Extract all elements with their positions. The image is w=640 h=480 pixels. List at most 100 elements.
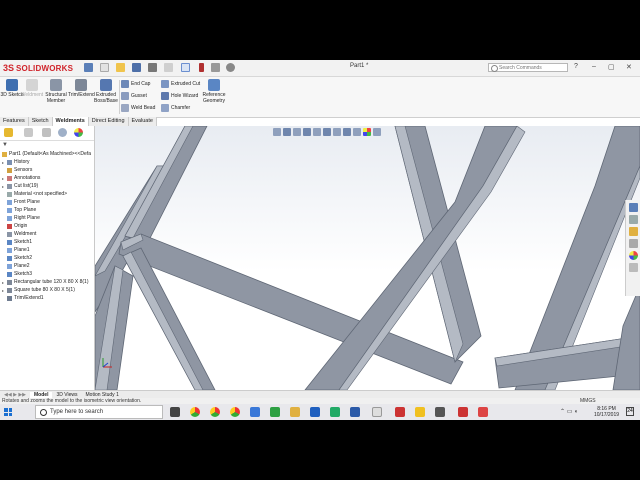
open-folder-icon[interactable] (116, 63, 125, 72)
previous-view-icon[interactable] (293, 128, 301, 136)
print-icon[interactable] (148, 63, 157, 72)
gusset-button[interactable]: Gusset (121, 92, 147, 100)
solidworks-logo[interactable]: 3S SOLIDWORKS (3, 62, 73, 74)
display-manager-tab-icon[interactable] (74, 128, 83, 137)
new-document-icon[interactable] (100, 63, 109, 72)
view-settings-icon[interactable] (373, 128, 381, 136)
solidworks-icon[interactable] (395, 407, 405, 417)
file-properties-icon[interactable] (211, 63, 220, 72)
excel-icon[interactable] (330, 407, 340, 417)
expand-arrow-icon[interactable]: ▸ (2, 280, 6, 285)
configuration-manager-tab-icon[interactable] (42, 128, 51, 137)
reference-geometry-button[interactable]: Reference Geometry (202, 79, 226, 104)
solidworks-icon[interactable] (458, 407, 468, 417)
design-library-icon[interactable] (628, 215, 638, 224)
custom-properties-icon[interactable] (628, 263, 638, 272)
property-manager-tab-icon[interactable] (24, 128, 33, 137)
sw-resources-icon[interactable] (628, 203, 638, 212)
tab-weldments[interactable]: Weldments (52, 117, 89, 126)
weld-bead-button[interactable]: Weld Bead (121, 104, 155, 112)
tree-item[interactable]: ▸ History (2, 158, 94, 166)
apply-scene-icon[interactable] (363, 128, 371, 136)
traffic-light-icon[interactable] (199, 63, 204, 72)
tree-item[interactable]: Right Plane (2, 214, 94, 222)
view-palette-icon[interactable] (628, 239, 638, 248)
structural-member[interactable] (612, 285, 640, 390)
tree-item[interactable]: Top Plane (2, 206, 94, 214)
extruded-cut-button[interactable]: Extruded Cut (161, 80, 200, 88)
tree-root[interactable]: Part1 (Default<As Machined><<Defa (2, 150, 94, 158)
chamfer-button[interactable]: Chamfer (161, 104, 190, 112)
file-explorer-icon[interactable] (628, 227, 638, 236)
chrome-icon[interactable] (190, 407, 200, 417)
tree-item[interactable]: Material <not specified> (2, 190, 94, 198)
zoom-to-area-icon[interactable] (283, 128, 291, 136)
edit-appearance-icon[interactable] (353, 128, 361, 136)
display-style-icon[interactable] (333, 128, 341, 136)
tree-item[interactable]: ▸ Square tube 80 X 80 X 5(1) (2, 286, 94, 294)
app-icon[interactable] (310, 407, 320, 417)
clock[interactable]: 8:16 PM 10/17/2019 (594, 406, 619, 418)
view-orientation-icon[interactable] (323, 128, 331, 136)
maximize-button[interactable]: ▢ (608, 63, 615, 71)
extruded-boss-button[interactable]: Extruded Boss/Base (94, 79, 118, 104)
system-tray-icons[interactable]: ⌃ ▭ ◖ (560, 408, 578, 415)
tree-item[interactable]: Origin (2, 222, 94, 230)
dimxpert-tab-icon[interactable] (58, 128, 67, 137)
tree-item[interactable]: Front Plane (2, 198, 94, 206)
tree-item[interactable]: ▸ Rectangular tube 120 X 80 X 8(1) (2, 278, 94, 286)
dynamic-annotation-icon[interactable] (313, 128, 321, 136)
minimize-button[interactable]: – (592, 63, 596, 70)
expand-arrow-icon[interactable]: ▸ (2, 160, 6, 165)
weldment-button[interactable]: Weldment (20, 79, 44, 98)
chrome-icon[interactable] (230, 407, 240, 417)
feature-manager-tab-icon[interactable] (4, 128, 13, 137)
undo-icon[interactable] (164, 63, 173, 72)
graphics-area[interactable] (95, 126, 640, 390)
home-icon[interactable] (84, 63, 93, 72)
tree-item[interactable]: Plane2 (2, 262, 94, 270)
close-button[interactable]: ✕ (626, 63, 632, 71)
structural-member-button[interactable]: Structural Member (44, 79, 68, 104)
tree-item[interactable]: Sketch1 (2, 238, 94, 246)
tree-item[interactable]: Trim/Extend1 (2, 294, 94, 302)
file-explorer-icon[interactable] (290, 407, 300, 417)
zoom-to-fit-icon[interactable] (273, 128, 281, 136)
search-commands-input[interactable]: Search Commands (488, 63, 568, 72)
hole-wizard-button[interactable]: Hole Wizard (161, 92, 198, 100)
hide-show-icon[interactable] (343, 128, 351, 136)
tree-item[interactable]: Weldment (2, 230, 94, 238)
taskbar-search-input[interactable]: Type here to search (35, 405, 163, 419)
appearances-icon[interactable] (628, 251, 638, 260)
tree-item[interactable]: Plane1 (2, 246, 94, 254)
expand-arrow-icon[interactable]: ▸ (2, 184, 6, 189)
autocad-icon[interactable] (415, 407, 425, 417)
chrome-icon[interactable] (210, 407, 220, 417)
tab-evaluate[interactable]: Evaluate (128, 117, 157, 126)
task-view-icon[interactable] (170, 407, 180, 417)
select-arrow-icon[interactable] (181, 63, 190, 72)
tab-direct-editing[interactable]: Direct Editing (88, 117, 129, 126)
windows-start-icon[interactable] (4, 408, 12, 416)
tree-item[interactable]: Sketch2 (2, 254, 94, 262)
edge-icon[interactable] (250, 407, 260, 417)
tab-sketch[interactable]: Sketch (28, 117, 53, 126)
gear-icon[interactable] (226, 63, 235, 72)
app-icon[interactable] (435, 407, 445, 417)
app-icon[interactable] (372, 407, 382, 417)
section-view-icon[interactable] (303, 128, 311, 136)
camtasia-icon[interactable] (270, 407, 280, 417)
notification-icon[interactable]: 24 (626, 407, 634, 416)
filter-icon[interactable]: ▼ (2, 142, 8, 148)
expand-arrow-icon[interactable]: ▸ (2, 176, 6, 181)
end-cap-button[interactable]: End Cap (121, 80, 150, 88)
save-icon[interactable] (132, 63, 141, 72)
expand-arrow-icon[interactable]: ▸ (2, 288, 6, 293)
tree-item[interactable]: Sensors (2, 166, 94, 174)
help-icon[interactable]: ? (574, 63, 578, 70)
tree-item[interactable]: Sketch3 (2, 270, 94, 278)
app-icon[interactable] (350, 407, 360, 417)
tree-item[interactable]: ▸ Annotations (2, 174, 94, 182)
tab-features[interactable]: Features (0, 117, 29, 126)
tree-item[interactable]: ▸ Cut list(19) (2, 182, 94, 190)
